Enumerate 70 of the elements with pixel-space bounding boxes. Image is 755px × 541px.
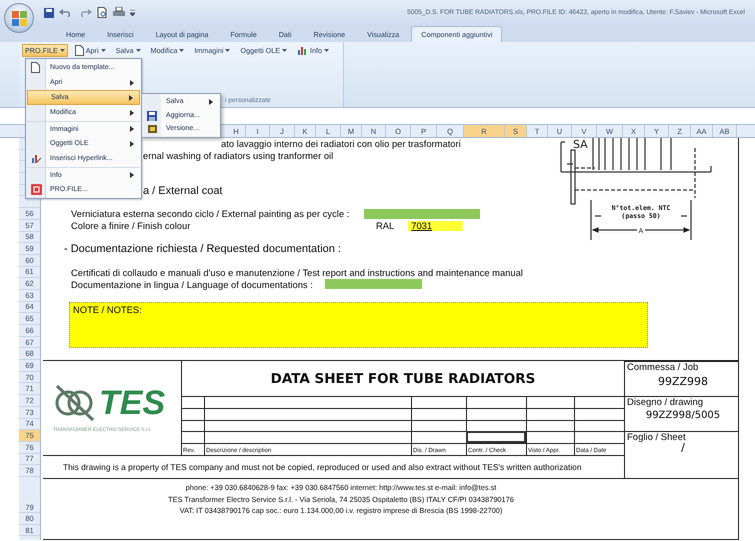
office-logo-icon [12, 11, 27, 26]
input-field[interactable]: 7031 [408, 220, 464, 231]
sheet-text: Documentazione in lingua / Language of documentations : [71, 278, 313, 290]
submenu-arrow-icon [130, 110, 134, 116]
table-cell[interactable] [574, 431, 624, 443]
caret-icon [282, 48, 288, 52]
undo-icon[interactable] [59, 8, 73, 17]
table-cell[interactable] [204, 420, 411, 432]
input-field[interactable] [324, 279, 422, 290]
table-cell[interactable] [204, 408, 411, 420]
page-icon [74, 45, 84, 56]
table-cell[interactable] [181, 431, 204, 443]
table-cell[interactable] [466, 431, 526, 443]
input-field[interactable] [364, 208, 480, 219]
stamp-icon [147, 124, 158, 134]
table-cell[interactable] [411, 420, 466, 432]
caret-icon [179, 48, 184, 52]
table-cell[interactable] [526, 408, 574, 420]
print-preview-icon[interactable] [97, 7, 108, 18]
table-cell[interactable] [466, 420, 526, 432]
table-cell[interactable] [574, 420, 624, 432]
submenu-arrow-icon [130, 80, 134, 86]
submenu-arrow-icon [130, 140, 134, 146]
table-cell[interactable] [466, 408, 526, 420]
caret-icon [324, 48, 330, 52]
chart-icon [297, 45, 308, 56]
job-box: Commessa / Job 99ZZ998 [624, 361, 739, 396]
caret-icon [60, 48, 65, 52]
submenu-arrow-icon [129, 94, 133, 100]
table-cell[interactable] [204, 396, 411, 408]
submenu-arrow-icon [130, 172, 134, 178]
customize-icon[interactable] [130, 10, 135, 16]
sheet-text: ato lavaggio interno dei radiatori con olio per trasformatori [221, 138, 461, 150]
disclaimer-text: This drawing is a property of TES company and must not be copied, reproduced or used and also extract without TES's written authorization [63, 462, 582, 472]
page-icon [31, 62, 40, 73]
table-cell[interactable] [574, 408, 624, 420]
print-icon[interactable] [113, 7, 125, 18]
submenu-arrow-icon [209, 98, 213, 105]
section-heading: a / External coat [143, 184, 222, 197]
table-cell[interactable] [526, 431, 574, 443]
table-cell[interactable] [181, 420, 204, 432]
table-cell[interactable] [411, 396, 466, 408]
drawing-box: Disegno / drawing 99ZZ998/5005 [624, 396, 739, 432]
sheet-text: Colore a finire / Finish colour [71, 220, 192, 232]
table-cell[interactable] [411, 408, 466, 420]
table-cell[interactable] [411, 431, 466, 443]
app-icon [31, 184, 42, 195]
drawing-label: SA [573, 138, 588, 151]
notes-field[interactable]: NOTE / NOTES: [69, 302, 648, 348]
chart-icon [31, 153, 42, 164]
save-icon[interactable] [44, 8, 54, 18]
floppy-icon [147, 110, 157, 120]
section-heading: - Documentazione richiesta / Requested documentation : [64, 243, 341, 256]
table-cell[interactable] [204, 431, 411, 443]
table-cell[interactable] [466, 396, 526, 408]
table-cell[interactable] [526, 396, 574, 408]
sheet-text: Certificati di collaudo e manuali d'uso e manutenzione / Test report and instructions and maintenance manual [71, 266, 523, 278]
caret-icon [225, 48, 230, 52]
submenu-arrow-icon [130, 126, 134, 132]
table-cell[interactable] [526, 420, 574, 432]
caret-icon [100, 48, 106, 52]
sheet-text: ernal washing of radiators using tranformer oil [143, 150, 334, 162]
sheet-text: Verniciatura esterna secondo ciclo / External painting as per cycle : [71, 208, 350, 220]
sheet-text: RAL [376, 220, 394, 232]
table-cell[interactable] [181, 396, 204, 408]
caret-icon [136, 48, 141, 52]
table-cell[interactable] [574, 396, 624, 408]
sheet-box: Foglio / Sheet / [624, 431, 739, 478]
table-cell[interactable] [181, 408, 204, 420]
sheet-title: DATA SHEET FOR TUBE RADIATORS [181, 361, 624, 396]
